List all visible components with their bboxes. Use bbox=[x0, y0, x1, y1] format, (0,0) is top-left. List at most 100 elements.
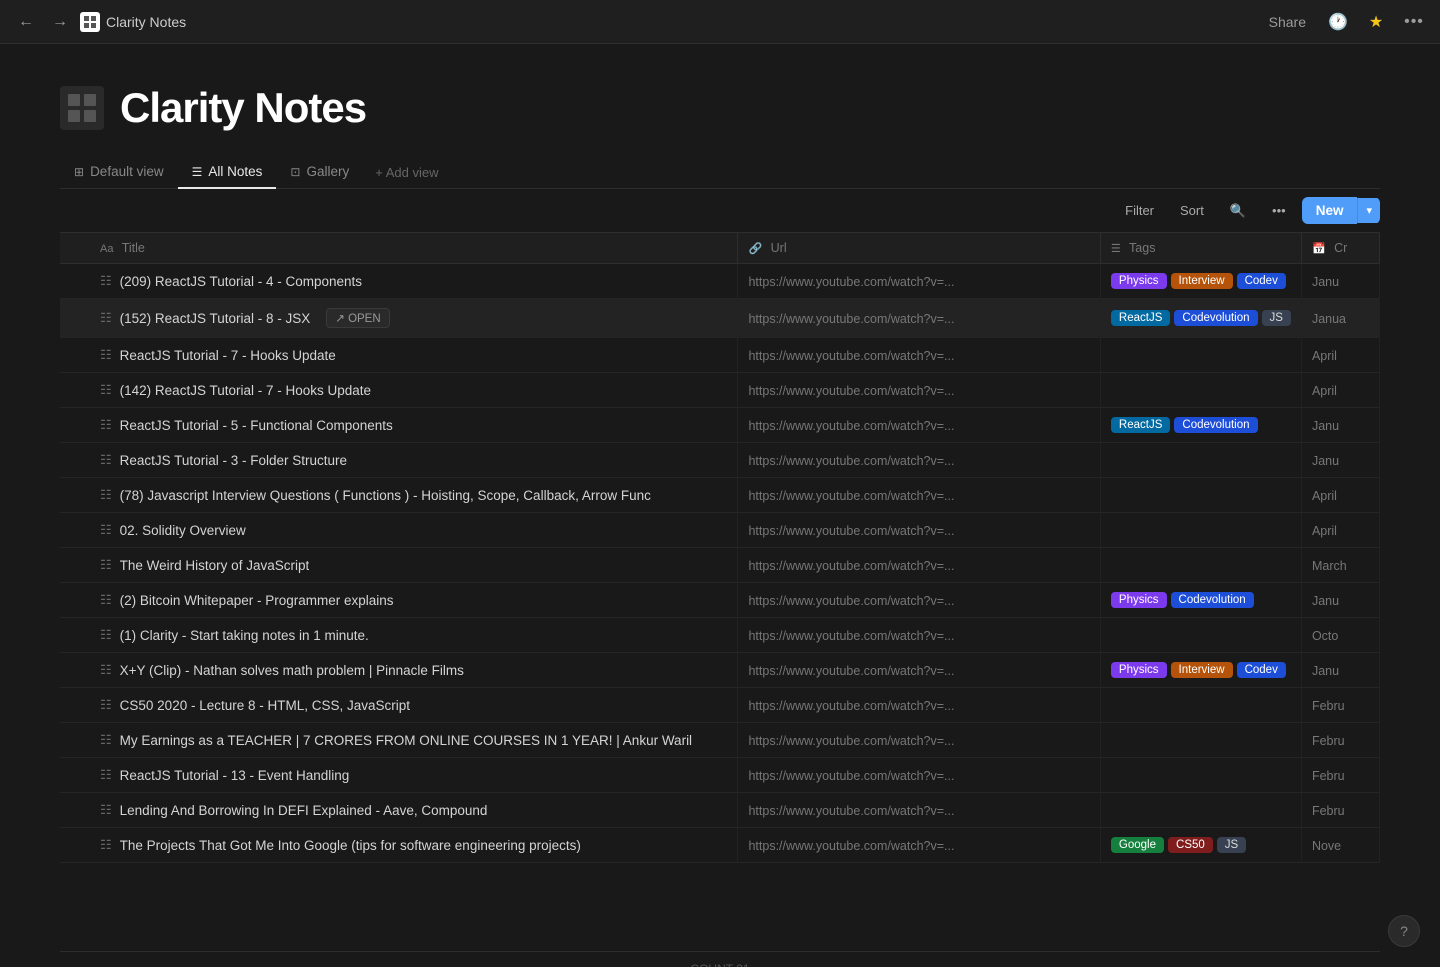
url-value[interactable]: https://www.youtube.com/watch?v=... bbox=[748, 384, 954, 398]
date-cell: April bbox=[1301, 338, 1379, 373]
share-button[interactable]: Share bbox=[1261, 10, 1314, 34]
sort-button[interactable]: Sort bbox=[1170, 198, 1214, 223]
search-button[interactable]: 🔍 bbox=[1220, 198, 1256, 224]
title-cell: +⠿☷ReactJS Tutorial - 5 - Functional Com… bbox=[60, 408, 738, 443]
date-cell: Febru bbox=[1301, 758, 1379, 793]
new-button[interactable]: New bbox=[1302, 197, 1358, 224]
doc-icon: ☷ bbox=[100, 522, 112, 538]
title-cell: +⠿☷The Weird History of JavaScript bbox=[60, 548, 738, 583]
tag-badge[interactable]: Physics bbox=[1111, 592, 1167, 608]
tag-badge[interactable]: ReactJS bbox=[1111, 417, 1170, 433]
title-cell: +⠿☷(2) Bitcoin Whitepaper - Programmer e… bbox=[60, 583, 738, 618]
tag-badge[interactable]: Codevolution bbox=[1171, 592, 1254, 608]
url-value[interactable]: https://www.youtube.com/watch?v=... bbox=[748, 769, 954, 783]
row-title[interactable]: (78) Javascript Interview Questions ( Fu… bbox=[120, 488, 651, 503]
url-value[interactable]: https://www.youtube.com/watch?v=... bbox=[748, 349, 954, 363]
url-value[interactable]: https://www.youtube.com/watch?v=... bbox=[748, 839, 954, 853]
url-value[interactable]: https://www.youtube.com/watch?v=... bbox=[748, 312, 954, 326]
row-title[interactable]: The Projects That Got Me Into Google (ti… bbox=[120, 838, 581, 853]
table-row: +⠿☷X+Y (Clip) - Nathan solves math probl… bbox=[60, 653, 1380, 688]
title-cell: +⠿☷(78) Javascript Interview Questions (… bbox=[60, 478, 738, 513]
topbar-left: ← → Clarity Notes bbox=[12, 8, 1253, 36]
history-icon[interactable]: 🕐 bbox=[1324, 8, 1352, 36]
url-value[interactable]: https://www.youtube.com/watch?v=... bbox=[748, 594, 954, 608]
url-value[interactable]: https://www.youtube.com/watch?v=... bbox=[748, 524, 954, 538]
cell-title-content: ☷(1) Clarity - Start taking notes in 1 m… bbox=[100, 627, 727, 643]
tag-badge[interactable]: Physics bbox=[1111, 662, 1167, 678]
tag-badge[interactable]: Google bbox=[1111, 837, 1164, 853]
row-title[interactable]: X+Y (Clip) - Nathan solves math problem … bbox=[120, 663, 464, 678]
url-value[interactable]: https://www.youtube.com/watch?v=... bbox=[748, 699, 954, 713]
date-value: April bbox=[1312, 384, 1337, 398]
url-value[interactable]: https://www.youtube.com/watch?v=... bbox=[748, 454, 954, 468]
row-title[interactable]: (2) Bitcoin Whitepaper - Programmer expl… bbox=[120, 593, 394, 608]
tag-badge[interactable]: Physics bbox=[1111, 273, 1167, 289]
url-value[interactable]: https://www.youtube.com/watch?v=... bbox=[748, 559, 954, 573]
tags-container: PhysicsCodevolution bbox=[1111, 592, 1291, 608]
row-title[interactable]: ReactJS Tutorial - 13 - Event Handling bbox=[120, 768, 350, 783]
title-cell: +⠿☷CS50 2020 - Lecture 8 - HTML, CSS, Ja… bbox=[60, 688, 738, 723]
tag-badge[interactable]: JS bbox=[1217, 837, 1246, 853]
tag-badge[interactable]: Codev bbox=[1237, 662, 1286, 678]
forward-button[interactable]: → bbox=[46, 8, 74, 36]
tag-badge[interactable]: Interview bbox=[1171, 273, 1233, 289]
tag-badge[interactable]: CS50 bbox=[1168, 837, 1213, 853]
row-title[interactable]: The Weird History of JavaScript bbox=[120, 558, 310, 573]
filter-button[interactable]: Filter bbox=[1115, 198, 1164, 223]
row-title[interactable]: (142) ReactJS Tutorial - 7 - Hooks Updat… bbox=[120, 383, 371, 398]
doc-icon: ☷ bbox=[100, 273, 112, 289]
open-badge[interactable]: ↗ OPEN bbox=[326, 308, 389, 328]
row-title[interactable]: CS50 2020 - Lecture 8 - HTML, CSS, JavaS… bbox=[120, 698, 410, 713]
url-value[interactable]: https://www.youtube.com/watch?v=... bbox=[748, 489, 954, 503]
help-button[interactable]: ? bbox=[1388, 915, 1420, 947]
tags-cell: ReactJSCodevolution bbox=[1100, 408, 1301, 443]
url-value[interactable]: https://www.youtube.com/watch?v=... bbox=[748, 664, 954, 678]
tag-badge[interactable]: ReactJS bbox=[1111, 310, 1170, 326]
cell-title-content: ☷Lending And Borrowing In DEFI Explained… bbox=[100, 802, 727, 818]
date-value: Octo bbox=[1312, 629, 1338, 643]
add-view-button[interactable]: + Add view bbox=[363, 157, 450, 188]
back-button[interactable]: ← bbox=[12, 8, 40, 36]
row-title[interactable]: ReactJS Tutorial - 5 - Functional Compon… bbox=[120, 418, 393, 433]
url-value[interactable]: https://www.youtube.com/watch?v=... bbox=[748, 734, 954, 748]
tags-cell bbox=[1100, 478, 1301, 513]
date-cell: Febru bbox=[1301, 688, 1379, 723]
url-value[interactable]: https://www.youtube.com/watch?v=... bbox=[748, 419, 954, 433]
tab-all-notes[interactable]: ☰ All Notes bbox=[178, 156, 277, 189]
row-title[interactable]: (152) ReactJS Tutorial - 8 - JSX bbox=[120, 311, 311, 326]
url-cell: https://www.youtube.com/watch?v=... bbox=[738, 653, 1100, 688]
tab-gallery[interactable]: ⊡ Gallery bbox=[276, 156, 363, 189]
row-title[interactable]: (209) ReactJS Tutorial - 4 - Components bbox=[120, 274, 362, 289]
url-value[interactable]: https://www.youtube.com/watch?v=... bbox=[748, 629, 954, 643]
tag-badge[interactable]: Codev bbox=[1237, 273, 1286, 289]
tag-badge[interactable]: JS bbox=[1262, 310, 1291, 326]
new-dropdown-button[interactable]: ▾ bbox=[1357, 198, 1380, 223]
tag-badge[interactable]: Codevolution bbox=[1174, 310, 1257, 326]
row-title[interactable]: ReactJS Tutorial - 7 - Hooks Update bbox=[120, 348, 336, 363]
more-icon[interactable]: ••• bbox=[1400, 8, 1428, 36]
row-title[interactable]: 02. Solidity Overview bbox=[120, 523, 246, 538]
row-title[interactable]: ReactJS Tutorial - 3 - Folder Structure bbox=[120, 453, 347, 468]
url-value[interactable]: https://www.youtube.com/watch?v=... bbox=[748, 275, 954, 289]
cell-title-content: ☷(2) Bitcoin Whitepaper - Programmer exp… bbox=[100, 592, 727, 608]
tag-badge[interactable]: Interview bbox=[1171, 662, 1233, 678]
notes-table: Aa Title 🔗 Url ☰ Tags 📅 Cr bbox=[60, 233, 1380, 863]
bookmark-icon[interactable]: ★ bbox=[1362, 8, 1390, 36]
topbar-right: Share 🕐 ★ ••• bbox=[1261, 8, 1428, 36]
url-cell: https://www.youtube.com/watch?v=... bbox=[738, 373, 1100, 408]
row-title[interactable]: My Earnings as a TEACHER | 7 CRORES FROM… bbox=[120, 733, 692, 748]
page-header: Clarity Notes bbox=[60, 84, 1380, 132]
row-title[interactable]: (1) Clarity - Start taking notes in 1 mi… bbox=[120, 628, 369, 643]
table-row: +⠿☷Lending And Borrowing In DEFI Explain… bbox=[60, 793, 1380, 828]
tab-default-view[interactable]: ⊞ Default view bbox=[60, 156, 178, 189]
default-view-icon: ⊞ bbox=[74, 165, 84, 179]
topbar-title: Clarity Notes bbox=[106, 14, 186, 30]
tag-badge[interactable]: Codevolution bbox=[1174, 417, 1257, 433]
url-value[interactable]: https://www.youtube.com/watch?v=... bbox=[748, 804, 954, 818]
table-row: +⠿☷(2) Bitcoin Whitepaper - Programmer e… bbox=[60, 583, 1380, 618]
table-wrapper: Aa Title 🔗 Url ☰ Tags 📅 Cr bbox=[60, 233, 1380, 951]
cell-title-content: ☷ReactJS Tutorial - 7 - Hooks Update bbox=[100, 347, 727, 363]
row-title[interactable]: Lending And Borrowing In DEFI Explained … bbox=[120, 803, 488, 818]
tags-container: PhysicsInterviewCodev bbox=[1111, 662, 1291, 678]
toolbar-more-button[interactable]: ••• bbox=[1262, 198, 1296, 223]
